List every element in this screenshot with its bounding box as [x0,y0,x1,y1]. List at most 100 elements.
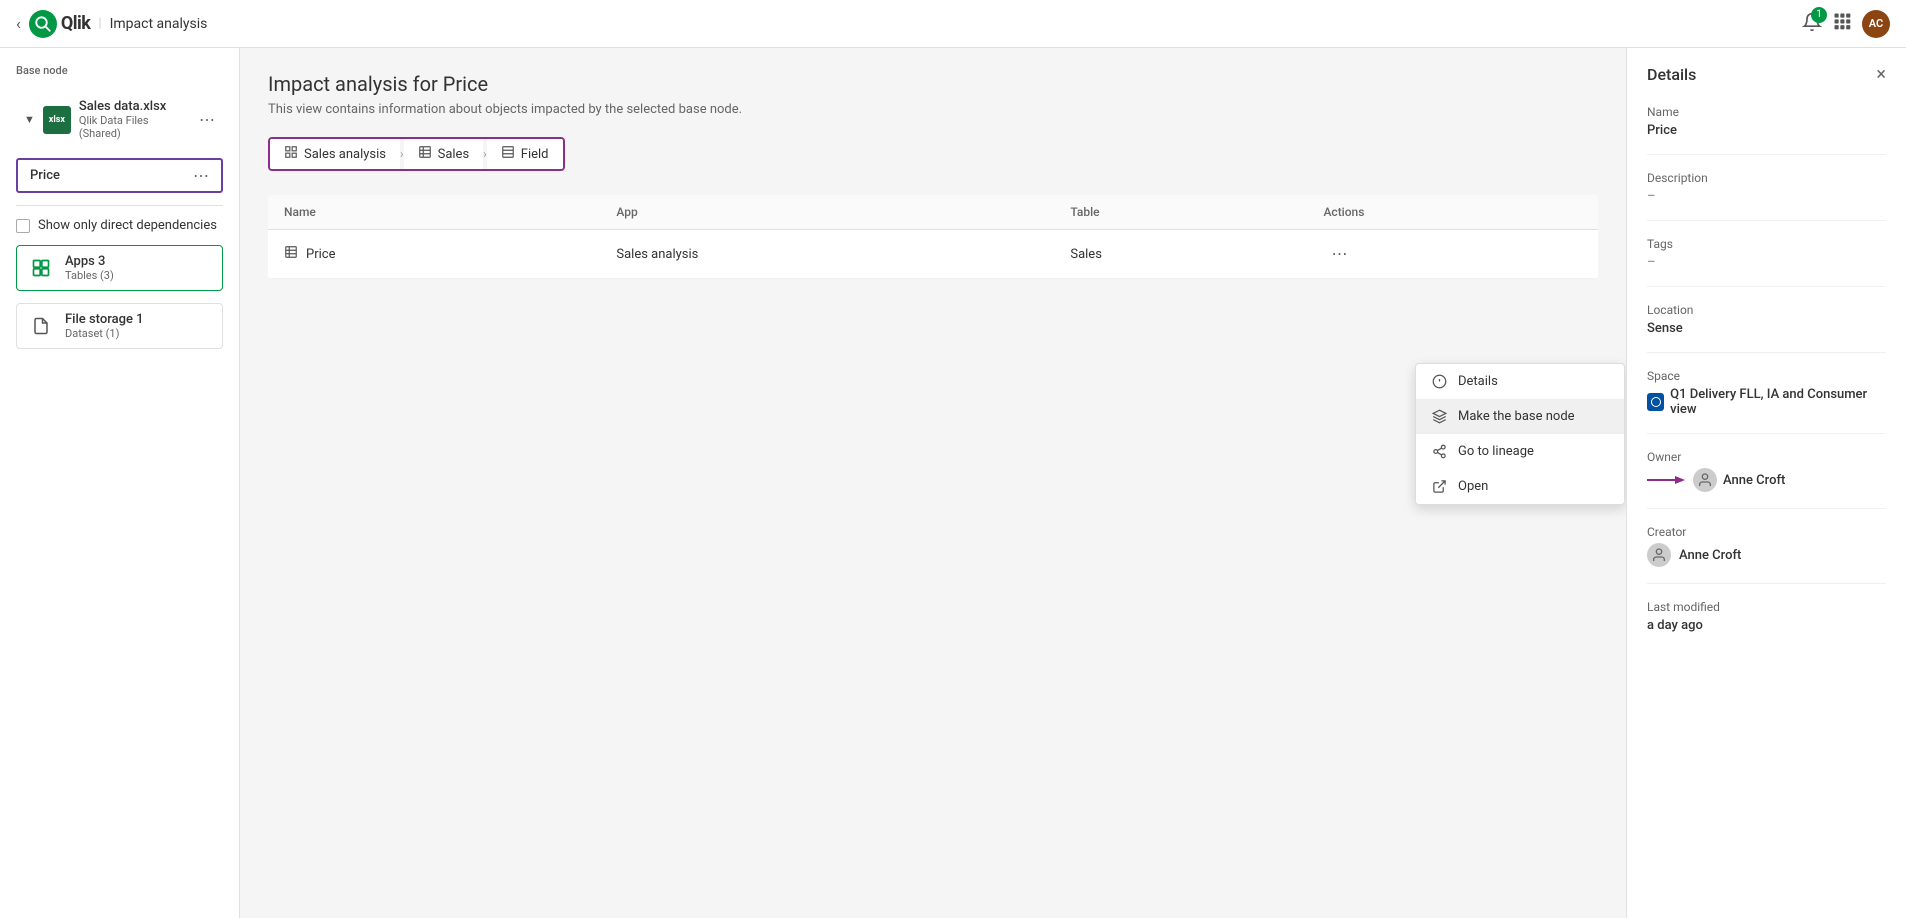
topbar-right: 1 AC [1802,10,1890,38]
row-app-cell: Sales analysis [600,230,1054,279]
table-header-row: Name App Table Actions [268,195,1598,230]
row-name-cell: Price [268,230,600,279]
direct-deps-checkbox[interactable] [16,219,30,233]
ctx-open-icon [1430,479,1448,494]
bc-label-sales-analysis: Sales analysis [304,147,386,162]
file-node-sub: Qlik Data Files (Shared) [79,114,191,140]
ctx-go-to-lineage-icon [1430,444,1448,459]
price-node[interactable]: Price ⋯ [16,158,223,193]
ctx-open[interactable]: Open [1416,469,1624,504]
last-modified-label: Last modified [1647,600,1886,614]
name-label: Name [1647,105,1886,119]
ctx-make-base[interactable]: Make the base node [1416,399,1624,434]
expand-icon[interactable]: ▼ [24,113,35,126]
owner-value: Anne Croft [1723,473,1785,488]
panel-close-button[interactable]: × [1876,64,1886,85]
price-node-more[interactable]: ⋯ [193,166,209,185]
breadcrumb: Sales analysis › Sales › [268,137,565,171]
location-value: Sense [1647,321,1886,336]
file-node: ▼ xlsx Sales data.xlsx Qlik Data Files (… [16,93,223,146]
apps-dep-item[interactable]: Apps 3 Tables (3) [16,245,223,291]
qlik-logo: Qlik [29,10,91,38]
col-table: Table [1054,195,1307,230]
apps-dep-sub: Tables (3) [65,269,212,282]
detail-creator-section: Creator Anne Croft [1647,525,1886,584]
context-menu: Details Make the base node [1415,363,1625,505]
creator-value: Anne Croft [1679,548,1741,563]
apps-grid-button[interactable] [1832,11,1852,36]
last-modified-value: a day ago [1647,618,1886,633]
file-node-info: Sales data.xlsx Qlik Data Files (Shared) [79,99,191,140]
file-storage-dep-sub: Dataset (1) [65,327,212,340]
col-actions: Actions [1307,195,1598,230]
bc-item-sales-analysis[interactable]: Sales analysis [270,139,400,169]
detail-description-section: Description – [1647,171,1886,221]
creator-avatar [1647,543,1671,567]
row-name-value: Price [306,247,335,262]
ctx-details-label: Details [1458,374,1498,389]
ctx-go-to-lineage[interactable]: Go to lineage [1416,434,1624,469]
direct-deps-label: Show only direct dependencies [38,218,217,233]
owner-avatar [1693,468,1717,492]
ctx-go-to-lineage-label: Go to lineage [1458,444,1534,459]
space-icon [1647,393,1664,411]
space-icon-inner [1651,397,1661,407]
apps-dep-icon [27,254,55,282]
file-node-name: Sales data.xlsx [79,99,191,114]
panel-title: Details [1647,65,1696,84]
apps-dep-name: Apps 3 [65,254,212,269]
table-row: Price Sales analysis Sales ⋯ [268,230,1598,279]
col-app: App [600,195,1054,230]
main-layout: Base node ▼ xlsx Sales data.xlsx Qlik Da… [0,48,1906,918]
space-value: Q1 Delivery FLL, IA and Consumer view [1670,387,1886,417]
main-content: Impact analysis for Price This view cont… [240,48,1626,918]
user-avatar[interactable]: AC [1862,10,1890,38]
data-table: Name App Table Actions [268,195,1598,279]
panel-header: Details × [1647,64,1886,85]
file-node-more-button[interactable]: ⋯ [199,110,215,129]
row-actions-button[interactable]: ⋯ [1323,240,1355,268]
topbar-separator: | [98,16,101,31]
ctx-details-icon [1430,374,1448,389]
topbar-left: ‹ Qlik | Impact analysis [16,10,207,38]
creator-row: Anne Croft [1647,543,1886,567]
impact-analysis-subtitle: This view contains information about obj… [268,102,1598,117]
impact-analysis-title: Impact analysis for Price [268,72,1598,96]
owner-arrow-indicator [1647,472,1687,488]
bc-item-field[interactable]: Field [487,139,563,169]
bc-item-sales[interactable]: Sales [404,139,484,169]
apps-dep-info: Apps 3 Tables (3) [65,254,212,282]
field-icon [501,145,515,163]
base-node-label: Base node [16,64,223,77]
row-table-cell: Sales [1054,230,1307,279]
bc-label-field: Field [521,147,549,162]
topbar: ‹ Qlik | Impact analysis 1 [0,0,1906,48]
notifications-button[interactable]: 1 [1802,12,1822,36]
qlik-logo-text: Qlik [61,13,91,34]
detail-space-section: Space Q1 Delivery FLL, IA and Consumer v… [1647,369,1886,434]
ctx-details[interactable]: Details [1416,364,1624,399]
location-label: Location [1647,303,1886,317]
file-storage-dep-item[interactable]: File storage 1 Dataset (1) [16,303,223,349]
ctx-open-label: Open [1458,479,1488,494]
direct-deps-checkbox-row[interactable]: Show only direct dependencies [16,218,223,233]
sales-icon [418,145,432,163]
notifications-badge: 1 [1811,7,1827,23]
page-title-topbar: Impact analysis [110,16,208,32]
bc-label-sales: Sales [438,147,470,162]
file-storage-dep-name: File storage 1 [65,312,212,327]
tags-value: – [1647,255,1886,270]
sales-analysis-icon [284,145,298,163]
creator-label: Creator [1647,525,1886,539]
qlik-logo-icon [29,10,57,38]
price-node-label: Price [30,168,60,183]
xlsx-icon: xlsx [43,106,71,134]
col-name: Name [268,195,600,230]
file-storage-dep-info: File storage 1 Dataset (1) [65,312,212,340]
back-button[interactable]: ‹ [16,14,21,33]
ctx-make-base-icon [1430,409,1448,424]
table-row-icon [284,245,298,263]
detail-owner-section: Owner Anne Croft [1647,450,1886,509]
description-label: Description [1647,171,1886,185]
detail-tags-section: Tags – [1647,237,1886,287]
